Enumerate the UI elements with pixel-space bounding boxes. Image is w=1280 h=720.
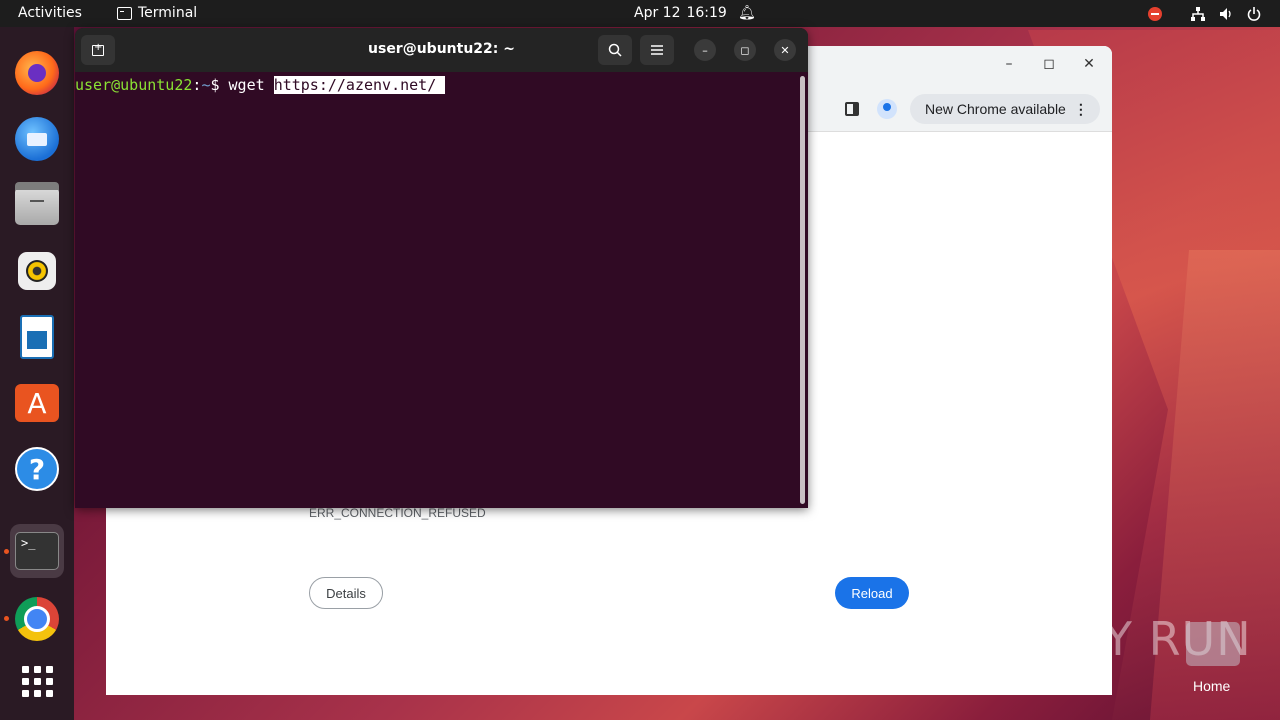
help-icon: ? bbox=[15, 447, 59, 491]
clock[interactable]: Apr 12 16:19 bbox=[634, 5, 727, 21]
power-icon[interactable] bbox=[1245, 5, 1263, 23]
dock-item-thunderbird[interactable] bbox=[10, 112, 64, 166]
bell-icon[interactable]: 🔔︎ bbox=[738, 5, 756, 21]
reload-button[interactable]: Reload bbox=[835, 577, 909, 609]
files-icon bbox=[15, 182, 59, 225]
profile-icon[interactable] bbox=[877, 99, 897, 119]
running-indicator bbox=[4, 549, 9, 554]
app-name: Terminal bbox=[138, 5, 198, 21]
terminal-output[interactable]: user@ubuntu22:~$ wget https://azenv.net/ bbox=[75, 72, 808, 508]
close-button[interactable]: ✕ bbox=[774, 39, 796, 61]
command-text: wget bbox=[228, 76, 274, 94]
terminal-icon: >_ bbox=[15, 532, 59, 570]
dock-item-rhythmbox[interactable] bbox=[10, 244, 64, 298]
details-button[interactable]: Details bbox=[309, 577, 383, 609]
menu-button[interactable] bbox=[640, 35, 674, 65]
app-center-icon: A bbox=[15, 384, 59, 422]
selected-text: https://azenv.net/ bbox=[273, 76, 446, 94]
minimize-icon: – bbox=[702, 43, 708, 57]
home-folder-icon[interactable] bbox=[1186, 622, 1240, 666]
dock-item-firefox[interactable] bbox=[10, 46, 64, 100]
dock-item-chrome[interactable] bbox=[10, 592, 64, 646]
dock-item-files[interactable] bbox=[10, 179, 64, 233]
dock-item-app-center[interactable]: A bbox=[10, 376, 64, 430]
dock: A ? >_ bbox=[0, 27, 74, 720]
thunderbird-icon bbox=[15, 117, 59, 161]
show-apps-button[interactable] bbox=[10, 654, 64, 708]
prompt-symbol: $ bbox=[210, 76, 229, 94]
error-code: ERR_CONNECTION_REFUSED bbox=[309, 506, 486, 520]
more-vert-icon: ⋮ bbox=[1073, 100, 1088, 117]
terminal-scrollbar[interactable] bbox=[800, 76, 805, 504]
app-menu[interactable]: Terminal bbox=[117, 5, 197, 21]
minimize-icon[interactable]: – bbox=[999, 56, 1019, 72]
maximize-button[interactable]: ◻ bbox=[734, 39, 756, 61]
side-panel-icon[interactable] bbox=[845, 102, 859, 116]
activities-button[interactable]: Activities bbox=[18, 5, 82, 21]
libreoffice-writer-icon bbox=[20, 315, 54, 359]
search-button[interactable] bbox=[598, 35, 632, 65]
close-icon: ✕ bbox=[780, 43, 790, 57]
prompt-user: user@ubuntu22 bbox=[75, 76, 193, 94]
search-icon bbox=[608, 43, 622, 57]
maximize-icon: ◻ bbox=[740, 43, 750, 57]
clock-time: 16:19 bbox=[686, 5, 727, 21]
show-apps-icon bbox=[21, 665, 53, 697]
do-not-disturb-icon[interactable] bbox=[1146, 5, 1164, 23]
chrome-icon bbox=[15, 597, 59, 641]
volume-icon[interactable] bbox=[1217, 5, 1235, 23]
terminal-header: user@ubuntu22: ~ – ◻ ✕ bbox=[75, 28, 808, 72]
running-indicator bbox=[4, 616, 9, 621]
firefox-icon bbox=[15, 51, 59, 95]
maximize-icon[interactable]: ◻ bbox=[1039, 56, 1059, 72]
terminal-window: user@ubuntu22: ~ – ◻ ✕ user@ubuntu22:~$ … bbox=[75, 28, 808, 508]
top-bar: Activities Terminal Apr 12 16:19 🔔︎ bbox=[0, 0, 1280, 27]
new-chrome-label: New Chrome available bbox=[925, 101, 1066, 117]
minimize-button[interactable]: – bbox=[694, 39, 716, 61]
dock-item-help[interactable]: ? bbox=[10, 442, 64, 496]
home-label: Home bbox=[1193, 678, 1231, 694]
clock-date: Apr 12 bbox=[634, 5, 681, 21]
terminal-small-icon bbox=[117, 6, 132, 20]
dock-item-writer[interactable] bbox=[10, 310, 64, 364]
network-icon[interactable] bbox=[1189, 5, 1207, 23]
new-chrome-available-button[interactable]: New Chrome available ⋮ bbox=[910, 94, 1100, 124]
dock-item-terminal[interactable]: >_ bbox=[10, 524, 64, 578]
close-icon[interactable]: ✕ bbox=[1079, 56, 1099, 72]
hamburger-menu-icon bbox=[651, 45, 663, 55]
rhythmbox-icon bbox=[18, 252, 56, 290]
